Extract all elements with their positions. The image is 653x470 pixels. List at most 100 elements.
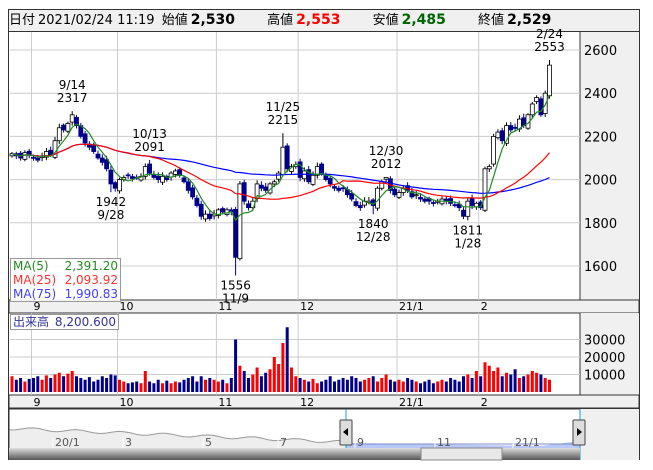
volume-bar xyxy=(285,327,289,392)
candlestick xyxy=(392,188,398,196)
candlestick xyxy=(349,193,355,200)
volume-bar xyxy=(358,381,362,392)
volume-bar xyxy=(492,371,496,392)
volume-bar xyxy=(526,374,530,392)
chart-canvas[interactable]: 2600 2400 2200 2000 1800 1600 30000 20000 10000 9… xyxy=(0,0,653,470)
annotation-date: 11/25 xyxy=(266,100,301,114)
volume-bar xyxy=(96,379,100,392)
volume-bar xyxy=(376,381,379,392)
volume-bar xyxy=(53,374,57,392)
volume-bar xyxy=(195,381,199,392)
scrollbar-thumb[interactable] xyxy=(420,447,503,461)
volume-bar xyxy=(156,379,160,392)
ma5-legend: MA(5) 2,391.20 xyxy=(11,259,120,273)
volume-bar xyxy=(186,378,190,392)
candlestick xyxy=(35,157,41,161)
candlestick xyxy=(160,175,165,183)
price-tick-label: 2600 xyxy=(584,44,617,59)
candlestick xyxy=(203,213,208,220)
candlestick xyxy=(185,181,191,191)
candlestick xyxy=(125,174,131,177)
candlestick xyxy=(220,208,226,213)
ma25-legend: MA(25) 2,093.92 xyxy=(11,273,120,287)
annotation-price: 2553 xyxy=(534,40,565,54)
volume-bar xyxy=(328,376,332,392)
volume-bar xyxy=(264,372,268,392)
volume-bar xyxy=(315,383,319,392)
volume-bar xyxy=(384,374,388,392)
candlestick xyxy=(353,201,359,206)
navigator-label: 21/1 xyxy=(515,436,540,449)
volume-bar xyxy=(199,376,203,392)
candlestick xyxy=(332,186,337,189)
volume-bar xyxy=(333,381,336,392)
volume-bar xyxy=(229,378,233,392)
volume-bar xyxy=(247,378,250,392)
candlestick xyxy=(56,127,62,142)
candlestick xyxy=(181,177,187,183)
annotation-date: 10/13 xyxy=(132,127,167,141)
volume-bar xyxy=(298,378,302,392)
candlestick xyxy=(418,196,423,200)
volume-legend: 出来高 8,200.600 xyxy=(10,314,119,330)
volume-bar xyxy=(272,357,276,392)
volume-bar xyxy=(118,379,121,392)
volume-bar xyxy=(535,372,539,392)
annotation-date: 2/24 xyxy=(536,27,563,41)
candlestick xyxy=(147,163,153,174)
volume-bar xyxy=(393,381,397,392)
month-label: 2 xyxy=(481,300,488,313)
candlestick xyxy=(155,175,161,180)
candlestick xyxy=(172,170,178,175)
candlestick xyxy=(529,103,535,116)
candlestick xyxy=(271,181,277,185)
volume-bar xyxy=(487,365,491,392)
annotation-price: 1556 xyxy=(220,279,251,293)
candlestick xyxy=(129,176,135,179)
volume-bar xyxy=(466,374,470,392)
volume-bar xyxy=(522,376,526,392)
volume-bar xyxy=(277,364,281,392)
candlestick xyxy=(22,152,28,160)
volume-tick-label: 20000 xyxy=(584,351,625,366)
volume-bar xyxy=(148,381,152,392)
volume-bar xyxy=(268,369,272,392)
candlestick xyxy=(452,204,458,207)
candlestick xyxy=(112,182,118,189)
candlestick xyxy=(99,157,105,163)
volume-bar xyxy=(19,378,23,392)
candlestick xyxy=(82,133,88,144)
volume-bar xyxy=(444,381,448,392)
price-tick-label: 1800 xyxy=(584,217,617,232)
volume-bar xyxy=(290,367,293,392)
volume-bar xyxy=(259,376,263,392)
candlestick xyxy=(538,98,544,116)
annotation-date: 1/28 xyxy=(454,236,481,250)
candlestick xyxy=(237,183,243,260)
volume-bar xyxy=(341,378,345,392)
volume-tick-label: 30000 xyxy=(584,334,625,349)
month-label: 10 xyxy=(120,396,134,409)
volume-bar xyxy=(23,381,27,392)
volume-bar xyxy=(530,371,534,392)
navigator-label: 3 xyxy=(125,436,132,449)
volume-bar xyxy=(371,376,375,392)
volume-bar xyxy=(83,379,87,392)
volume-bar xyxy=(440,379,444,392)
volume-bar xyxy=(234,339,238,392)
candlestick xyxy=(280,146,286,175)
volume-bar xyxy=(337,379,341,392)
candlestick xyxy=(396,192,402,198)
annotation-price: 2215 xyxy=(268,113,299,127)
volume-bar xyxy=(221,379,225,392)
annotation-price: 2012 xyxy=(371,157,402,171)
candlestick xyxy=(65,123,71,132)
candlestick xyxy=(61,124,66,131)
candlestick xyxy=(48,149,54,156)
volume-bar xyxy=(496,367,500,392)
volume-bar xyxy=(363,379,367,392)
volume-bar xyxy=(135,381,139,392)
volume-bar xyxy=(311,378,315,392)
volume-bar xyxy=(500,376,504,392)
volume-bar xyxy=(178,382,182,392)
